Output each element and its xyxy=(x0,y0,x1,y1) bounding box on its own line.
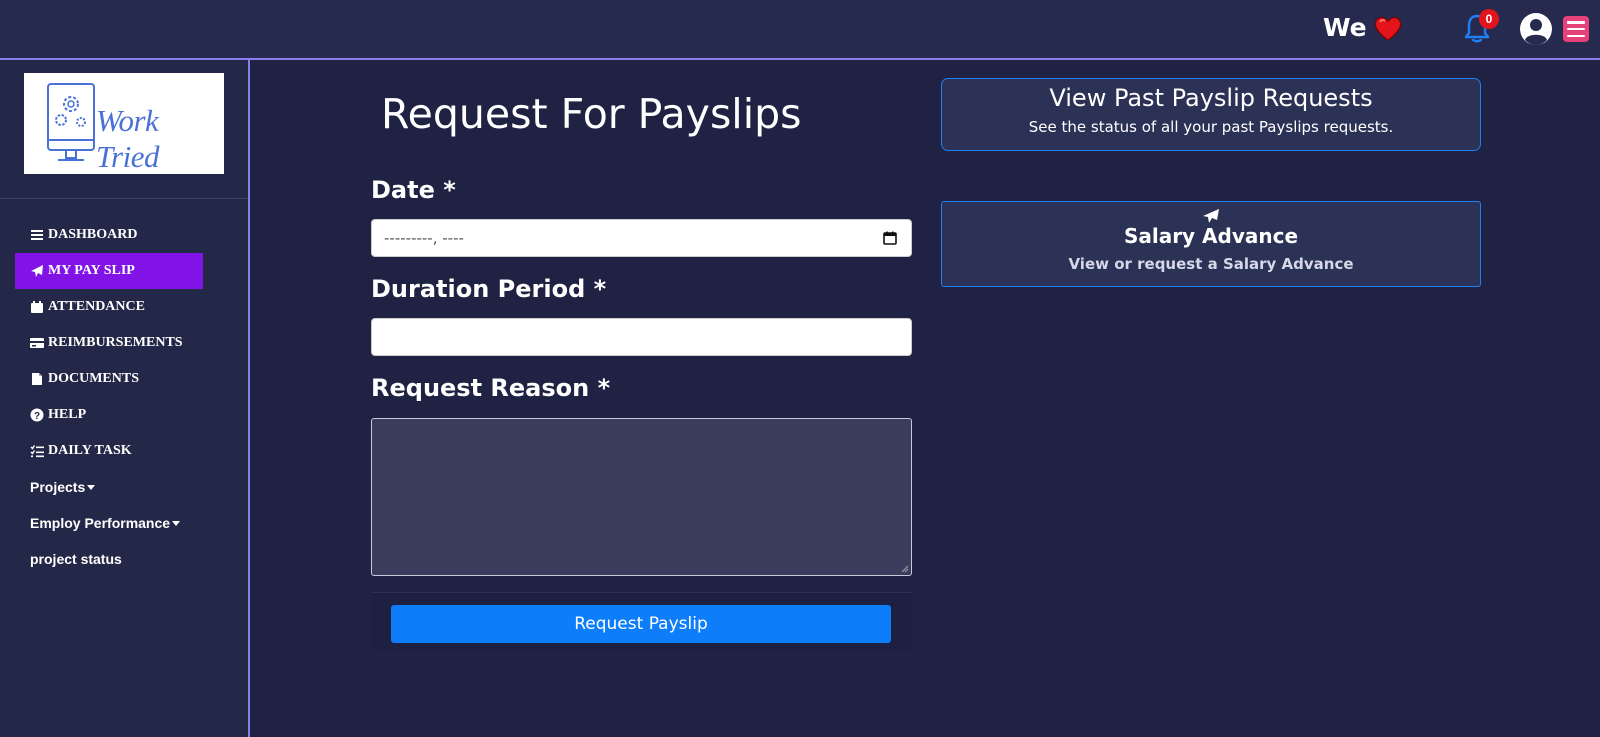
request-reason-textarea[interactable] xyxy=(371,418,912,576)
computer-gears-icon xyxy=(47,83,95,161)
paper-plane-icon xyxy=(1203,209,1219,223)
sidebar-item-dashboard[interactable]: DASHBOARD xyxy=(15,217,235,253)
card-title: View Past Payslip Requests xyxy=(1049,84,1373,112)
request-reason-label: Request Reason * xyxy=(371,374,611,402)
form-footer: Request Payslip xyxy=(371,592,912,650)
sidebar-item-projects[interactable]: Projects xyxy=(15,469,235,505)
calendar-picker-icon[interactable] xyxy=(883,231,897,245)
resize-grip-icon[interactable] xyxy=(901,565,909,573)
sidebar-item-label: HELP xyxy=(48,407,87,422)
hamburger-menu-icon[interactable] xyxy=(1563,16,1589,42)
sidebar-nav: DASHBOARD MY PAY SLIP ATTENDANCE REIMBUR… xyxy=(15,217,235,577)
salary-advance-card[interactable]: Salary Advance View or request a Salary … xyxy=(941,201,1481,287)
task-list-icon xyxy=(30,445,44,458)
sidebar-item-label: project status xyxy=(30,551,122,567)
user-avatar-icon[interactable] xyxy=(1519,12,1553,46)
sidebar-item-label: REIMBURSEMENTS xyxy=(48,335,183,350)
sidebar-item-project-status[interactable]: project status xyxy=(15,541,235,577)
sidebar-item-daily-task[interactable]: DAILY TASK xyxy=(15,433,235,469)
sidebar: Work Tried DASHBOARD MY PAY SLIP ATTENDA… xyxy=(0,60,250,737)
notification-badge[interactable]: 0 xyxy=(1479,9,1499,29)
sidebar-item-documents[interactable]: DOCUMENTS xyxy=(15,361,235,397)
sidebar-item-label: DOCUMENTS xyxy=(48,371,140,386)
greeting-text: We xyxy=(1323,13,1367,42)
file-icon xyxy=(32,373,42,385)
duration-period-input[interactable] xyxy=(371,318,912,356)
card-title: Salary Advance xyxy=(1123,224,1299,248)
caret-down-icon xyxy=(87,484,96,490)
date-input[interactable]: ---------, ---- xyxy=(371,219,912,257)
sidebar-item-help[interactable]: ? HELP xyxy=(15,397,235,433)
sidebar-item-label: Employ Performance xyxy=(30,515,171,531)
date-label: Date * xyxy=(371,176,456,204)
card-subtitle: View or request a Salary Advance xyxy=(1068,255,1354,273)
request-payslip-button[interactable]: Request Payslip xyxy=(391,605,891,643)
page-title: Request For Payslips xyxy=(381,90,802,138)
duration-period-label: Duration Period * xyxy=(371,275,607,303)
sidebar-item-label: DAILY TASK xyxy=(48,443,132,458)
date-placeholder: ---------, ---- xyxy=(384,229,464,247)
logo[interactable]: Work Tried xyxy=(24,73,224,174)
sidebar-item-label: MY PAY SLIP xyxy=(48,263,135,278)
sidebar-item-my-pay-slip[interactable]: MY PAY SLIP xyxy=(15,253,203,289)
question-circle-icon: ? xyxy=(30,408,44,422)
heart-icon xyxy=(1374,16,1401,41)
logo-text: Work Tried xyxy=(96,103,159,174)
sidebar-item-label: DASHBOARD xyxy=(48,227,138,242)
sidebar-item-label: Projects xyxy=(30,479,86,495)
credit-card-icon xyxy=(30,338,44,348)
top-bar: We 0 xyxy=(0,0,1600,60)
sidebar-item-reimbursements[interactable]: REIMBURSEMENTS xyxy=(15,325,235,361)
caret-down-icon xyxy=(172,520,181,526)
view-past-payslip-requests-card[interactable]: View Past Payslip Requests See the statu… xyxy=(941,78,1481,151)
sidebar-item-label: ATTENDANCE xyxy=(48,299,145,314)
greeting: We xyxy=(1323,13,1403,42)
paper-plane-icon xyxy=(31,265,43,277)
sidebar-divider xyxy=(0,198,248,199)
bars-icon xyxy=(31,230,43,240)
sidebar-item-attendance[interactable]: ATTENDANCE xyxy=(15,289,235,325)
sidebar-item-employ-performance[interactable]: Employ Performance xyxy=(15,505,235,541)
card-subtitle: See the status of all your past Payslips… xyxy=(1028,118,1394,136)
svg-text:?: ? xyxy=(34,411,40,422)
calendar-icon xyxy=(31,301,43,313)
